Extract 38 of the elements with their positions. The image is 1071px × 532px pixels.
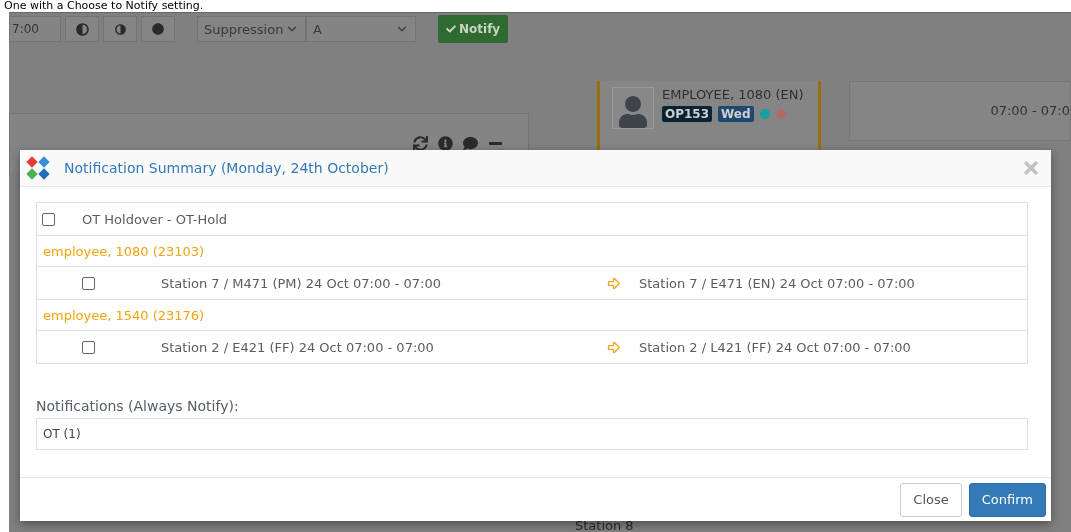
shift-time: 07:00 - 07:0 [990, 103, 1070, 118]
always-notify-field: OT (1) [36, 418, 1028, 450]
shift-from: Station 2 / E421 (FF) 24 Oct 07:00 - 07:00 [161, 339, 435, 355]
checkbox[interactable] [42, 212, 55, 226]
circle-button[interactable] [141, 16, 175, 42]
checkbox[interactable] [82, 340, 95, 354]
suppression-select[interactable]: Suppression [197, 16, 306, 42]
person-icon [617, 96, 649, 128]
station-heading: Station 8 [575, 518, 634, 532]
contrast-button[interactable] [103, 16, 137, 42]
checkbox[interactable] [82, 276, 95, 290]
employee-name: employee, 1540 (23176) [42, 307, 205, 323]
shift-from: Station 7 / M471 (PM) 24 Oct 07:00 - 07:00 [161, 275, 442, 291]
tag: OP153 [662, 106, 713, 122]
info-icon[interactable] [438, 136, 453, 151]
contrast-icon [114, 23, 126, 35]
employee-name: EMPLOYEE, 1080 (EN) [662, 87, 804, 102]
tag: Wed [718, 106, 754, 122]
document-caption: One with a Choose to Notify setting. [3, 0, 205, 12]
confirm-button[interactable]: Confirm [968, 482, 1046, 517]
notify-button[interactable]: Notify [438, 15, 509, 43]
time-field[interactable]: 7:00 [9, 16, 61, 42]
refresh-icon[interactable] [413, 136, 428, 151]
right-arrow-icon [606, 339, 621, 355]
check-icon [446, 24, 456, 34]
employee-name: employee, 1080 (23103) [42, 243, 205, 259]
contrast-button[interactable] [65, 16, 99, 42]
right-arrow-icon [606, 275, 621, 291]
comment-icon[interactable] [463, 136, 478, 151]
field-label: Notifications (Always Notify): [36, 398, 240, 414]
group-select[interactable]: A [306, 16, 416, 42]
shift-to: Station 7 / E471 (EN) 24 Oct 07:00 - 07:00 [639, 275, 915, 291]
contrast-icon [75, 22, 89, 36]
shift-to: Station 2 / L421 (FF) 24 Oct 07:00 - 07:00 [639, 339, 911, 355]
dialog-title: Notification Summary (Monday, 24th October) [64, 160, 390, 176]
close-button[interactable]: Close [900, 482, 962, 517]
logo-icon [24, 154, 52, 182]
option-label: OT Holdover - OT-Hold [82, 211, 228, 227]
